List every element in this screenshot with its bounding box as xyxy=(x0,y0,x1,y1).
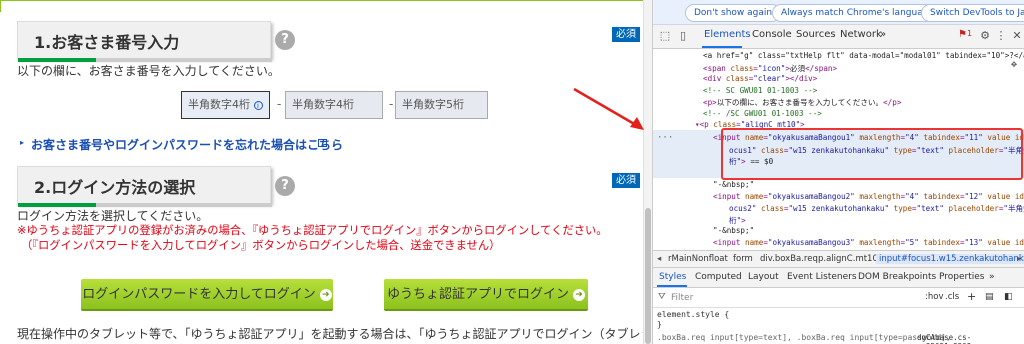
arrow-right-icon: ➜ xyxy=(319,288,332,301)
arrow-right-icon: ➜ xyxy=(573,288,585,301)
section2-required-badge: 必須 xyxy=(612,173,640,188)
styles-filter-input[interactable]: Filter xyxy=(655,290,919,306)
active-subtab-indicator xyxy=(657,285,687,287)
settings-gear-icon[interactable]: ⚙ xyxy=(979,30,991,42)
content-frame xyxy=(0,0,643,12)
language-infobar: Don't show again Always match Chrome's l… xyxy=(653,0,1024,25)
tab-properties[interactable]: Properties xyxy=(939,272,984,282)
breadcrumb-item[interactable]: p.alignC.mt10 xyxy=(818,254,878,264)
customer-number-field-2-placeholder: 半角数字4桁 xyxy=(292,98,354,111)
tab-elements[interactable]: Elements xyxy=(704,29,751,40)
web-page: 1.お客さま番号入力 ? 必須 以下の欄に、お客さま番号を入力してください。 半… xyxy=(0,0,643,344)
customer-number-field-1-placeholder: 半角数字4桁 xyxy=(188,98,250,111)
cursor-icon: ✥ xyxy=(1010,59,1017,70)
dom-line[interactable]: ocus2" class="w15 zenkakutohankaku" type… xyxy=(729,203,1024,214)
customer-number-field-3[interactable]: 半角数字5桁 xyxy=(395,91,488,119)
breadcrumb-item[interactable]: form xyxy=(733,254,753,264)
login-with-password-label: ログインパスワードを入力してログイン xyxy=(82,287,316,302)
tab-layout[interactable]: Layout xyxy=(748,272,779,282)
class-toggle[interactable]: .cls xyxy=(945,292,959,302)
dom-line[interactable]: <!-- /SC GWU01 01-1003 --> xyxy=(703,109,822,118)
dom-line[interactable]: <input name="okyakusamaBangou2" maxlengt… xyxy=(713,192,1024,201)
issues-count: 1 xyxy=(967,29,973,38)
login-with-app-button[interactable]: ゆうちょ認証アプリでログイン ➜ xyxy=(384,279,588,311)
tab-computed[interactable]: Computed xyxy=(695,272,742,282)
tab-console[interactable]: Console xyxy=(752,29,792,40)
tab-dom-breakpoints[interactable]: DOM Breakpoints xyxy=(858,272,936,282)
dom-line[interactable]: "-&nbsp;" xyxy=(713,226,754,235)
section2-note-1: ※ゆうちょ認証アプリの登録がお済みの場合、『ゆうちょ認証アプリでログイン』ボタン… xyxy=(17,224,608,237)
page-scrollbar[interactable] xyxy=(643,0,652,344)
new-style-rule-button[interactable]: + xyxy=(967,290,976,303)
customer-number-field-2[interactable]: 半角数字4桁 xyxy=(285,91,383,119)
dom-line[interactable]: <a href="g" class="txtHelp flt" data-mod… xyxy=(703,51,1024,60)
dom-line[interactable]: <p>以下の欄に、お客さま番号を入力してください。</p> xyxy=(703,97,901,108)
breadcrumb-item[interactable]: rMainNonfloat xyxy=(668,254,728,264)
tab-sources[interactable]: Sources xyxy=(796,29,836,40)
dom-line[interactable]: <span class="icon">必須</span> xyxy=(703,63,837,74)
breadcrumb-item[interactable]: div.boxBa.req xyxy=(760,254,818,264)
active-tab-indicator xyxy=(702,46,742,48)
more-tabs-button[interactable]: » xyxy=(880,29,886,40)
tab-network[interactable]: Network xyxy=(840,29,882,40)
inspect-element-icon[interactable]: ⬚ xyxy=(659,30,671,42)
breadcrumb-back-icon[interactable]: ◂ xyxy=(657,254,661,264)
section1-help-icon[interactable]: ? xyxy=(275,30,295,50)
section1-title: 1.お客さま番号入力 xyxy=(34,33,180,52)
style-rule-line: element.style { xyxy=(657,310,730,319)
section1-required-badge: 必須 xyxy=(612,27,640,42)
external-window-icon xyxy=(318,139,327,147)
link-bullet-icon: ▸ xyxy=(20,138,25,147)
login-with-password-button[interactable]: ログインパスワードを入力してログイン ➜ xyxy=(81,279,333,311)
customer-number-field-3-placeholder: 半角数字5桁 xyxy=(402,98,464,111)
scrollbar-thumb[interactable] xyxy=(645,208,651,344)
customer-number-field-1[interactable]: 半角数字4桁 i xyxy=(181,91,270,119)
breadcrumb-item-selected[interactable]: input#focus1.w15.zenkakutohankaku xyxy=(876,254,1024,264)
node-options-ellipsis[interactable]: ··· xyxy=(657,133,673,143)
styles-subtabs: Styles Computed Layout Event Listeners D… xyxy=(653,268,1024,288)
style-rule-line: .boxBa.req input[type=text], .boxBa.req … xyxy=(657,333,951,342)
section2-help-icon[interactable]: ? xyxy=(275,176,295,196)
section2-bottom-text: 現在操作中のタブレット等で、「ゆうちょ認証アプリ」を起動する場合は、「ゆうちょ認… xyxy=(17,327,643,341)
devtools-tabs-bar: ⬚ ▯ Elements Console Sources Network » ⚑… xyxy=(653,25,1024,49)
section2-note-2: （『ログインパスワードを入力してログイン』ボタンからログインした場合、送金できま… xyxy=(21,239,501,252)
dom-line[interactable]: 桁"> xyxy=(729,215,746,226)
sidebar-toggle-icon[interactable]: ◧ xyxy=(1004,292,1013,302)
style-rule-line: } xyxy=(657,320,662,329)
section1-instruction: 以下の欄に、お客さま番号を入力してください。 xyxy=(17,64,280,78)
issues-icon[interactable]: ⚑ xyxy=(958,29,967,40)
computed-styles-toggle-icon[interactable]: ▤ xyxy=(985,292,994,302)
tab-styles[interactable]: Styles xyxy=(659,272,686,282)
more-subtabs-button[interactable]: » xyxy=(989,272,995,282)
dom-line[interactable]: <input name="okyakusamaBangou3" maxlengt… xyxy=(713,238,1024,247)
tab-event-listeners[interactable]: Event Listeners xyxy=(787,272,857,282)
dom-line[interactable]: <!-- SC GWU01 01-1003 --> xyxy=(703,86,817,95)
style-source-link[interactable]: dgCAbase.cs-~=25051:3208 xyxy=(917,333,1024,344)
hover-state-toggle[interactable]: :hov xyxy=(925,292,943,302)
switch-devtools-language-button[interactable]: Switch DevTools to Japan xyxy=(921,4,1024,22)
red-annotation-arrow xyxy=(573,87,644,130)
highlighted-input-element-box xyxy=(721,128,1023,180)
styles-pane: element.style { } .boxBa.req input[type=… xyxy=(653,308,1024,344)
breadcrumb-forward-icon[interactable]: ▸ xyxy=(1017,254,1021,264)
device-toolbar-icon[interactable]: ▯ xyxy=(677,30,689,42)
dont-show-again-button[interactable]: Don't show again xyxy=(685,4,782,22)
separator-1: - xyxy=(277,97,282,111)
login-with-app-label: ゆうちょ認証アプリでログイン xyxy=(386,287,569,302)
dom-line[interactable]: <div class="clear"></div> xyxy=(703,74,817,83)
devtools-panel: Don't show again Always match Chrome's l… xyxy=(652,0,1024,344)
section2-header: 2.ログイン方法の選択 xyxy=(17,166,272,207)
section1-header: 1.お客さま番号入力 xyxy=(17,21,272,62)
match-chrome-language-button[interactable]: Always match Chrome's language xyxy=(772,4,943,22)
dom-line[interactable]: "-&nbsp;" xyxy=(713,180,754,189)
section2-title: 2.ログイン方法の選択 xyxy=(34,178,196,197)
styles-filter-bar: ⛛ Filter :hov .cls + ▤ ◧ xyxy=(653,288,1024,308)
close-icon[interactable]: ✕ xyxy=(1011,30,1023,42)
forgot-credentials-link[interactable]: お客さま番号やログインパスワードを忘れた場合はこちら xyxy=(31,136,343,153)
info-icon: i xyxy=(253,101,263,110)
separator-2: - xyxy=(389,97,394,111)
more-options-icon[interactable]: ⋮ xyxy=(995,30,1007,42)
breadcrumb: ◂ rMainNonfloat form div.boxBa.req p.ali… xyxy=(653,250,1024,268)
